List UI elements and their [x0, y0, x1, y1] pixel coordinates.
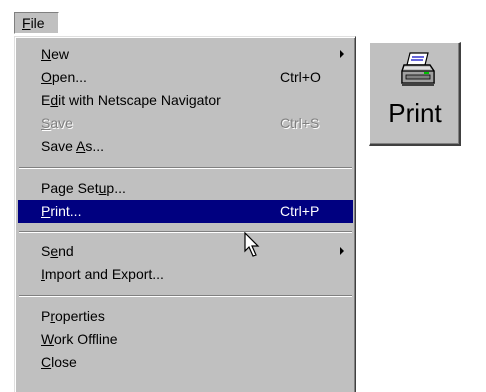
menu-item-edit-with-netscape[interactable]: Edit with Netscape Navigator — [18, 89, 353, 112]
menu-item-label: Page Setup... — [41, 180, 126, 196]
menu-item-shortcut: Ctrl+S — [280, 115, 320, 131]
print-toolbar-button[interactable]: Print — [369, 42, 461, 146]
menu-item-send[interactable]: Send — [18, 240, 353, 263]
menu-item-shortcut: Ctrl+P — [280, 203, 320, 219]
menu-item-label: Work Offline — [41, 331, 118, 347]
menu-item-label: Save As... — [41, 138, 105, 154]
menu-item-save: Save Ctrl+S — [18, 112, 353, 135]
menu-item-label: Print... — [41, 203, 82, 219]
file-menu-mnemonic: F — [22, 15, 31, 31]
menu-item-label: Import and Export... — [41, 266, 164, 282]
menu-item-label: Send — [41, 243, 74, 259]
menu-item-import-export[interactable]: Import and Export... — [18, 263, 353, 286]
menu-item-label: Open... — [41, 69, 87, 85]
menu-separator — [19, 231, 352, 233]
print-button-label: Print — [388, 98, 442, 128]
menu-item-close[interactable]: Close — [18, 351, 353, 374]
mouse-pointer-icon — [244, 232, 260, 257]
menu-separator — [19, 295, 352, 297]
file-dropdown-menu: New Open... Ctrl+O Edit with Netscape Na… — [14, 36, 356, 392]
menu-item-label: New — [41, 46, 70, 62]
menu-item-work-offline[interactable]: Work Offline — [18, 328, 353, 351]
menu-item-shortcut: Ctrl+O — [280, 69, 321, 85]
menu-item-label: Save — [41, 115, 73, 131]
menu-item-label: Properties — [41, 308, 105, 324]
file-menu-label-rest: ile — [30, 15, 45, 31]
menu-item-page-setup[interactable]: Page Setup... — [18, 177, 353, 200]
printer-icon — [401, 52, 435, 86]
menu-separator — [19, 167, 352, 169]
menu-item-new[interactable]: New — [18, 43, 353, 66]
submenu-arrow-icon — [340, 247, 344, 255]
menu-item-label: Close — [41, 354, 77, 370]
menu-item-properties[interactable]: Properties — [18, 305, 353, 328]
menu-item-label: Edit with Netscape Navigator — [41, 92, 221, 108]
menu-item-save-as[interactable]: Save As... — [18, 135, 353, 158]
menu-item-open[interactable]: Open... Ctrl+O — [18, 66, 353, 89]
submenu-arrow-icon — [340, 50, 344, 58]
menu-item-print[interactable]: Print... Ctrl+P — [18, 200, 353, 223]
file-menu-title[interactable]: File — [14, 12, 59, 34]
